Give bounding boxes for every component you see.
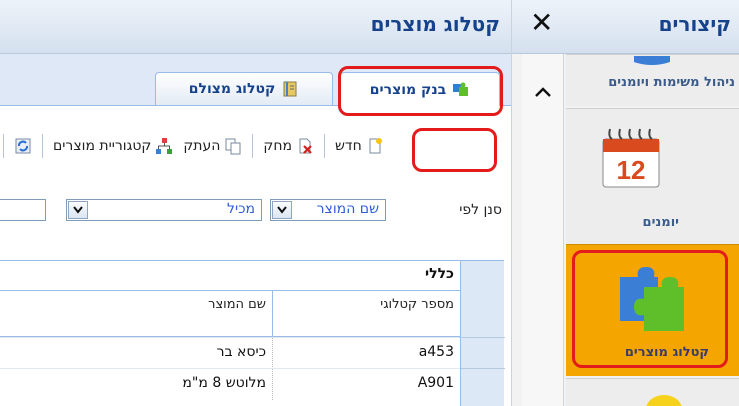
tab-product-bank[interactable]: בנק מוצרים (340, 72, 500, 106)
chevron-down-icon[interactable] (272, 201, 292, 219)
cell-catalog-number: A901 (417, 375, 454, 391)
lightbulb-icon (644, 389, 684, 406)
shortcuts-scrollbar (522, 54, 564, 406)
calendar-icon: 12 (600, 125, 662, 195)
book-icon (281, 80, 299, 98)
chevron-up-icon (534, 83, 552, 102)
filter-bar: סנן לפי שם המוצר מכיל (0, 196, 511, 226)
column-header-label: שם המוצר (208, 297, 266, 312)
cell-catalog-number: a453 (418, 344, 454, 360)
column-divider (272, 369, 273, 400)
row-selector-column (460, 261, 505, 406)
shortcuts-title: קיצורים (658, 12, 731, 36)
shortcut-tasks-and-diaries[interactable]: ניהול משימות ויומנים (566, 54, 739, 106)
filter-field-value: שם המוצר (316, 201, 379, 217)
product-category-label: קטגוריית מוצרים (53, 138, 152, 154)
column-header-label: מספר קטלוגי (380, 297, 454, 312)
page-title: קטלוג מוצרים (370, 12, 500, 36)
toolbar-divider (3, 134, 4, 158)
delete-button[interactable]: מחק (260, 135, 317, 157)
shortcut-partial[interactable] (566, 378, 739, 406)
toolbar-divider (42, 134, 43, 158)
filter-search-input[interactable] (0, 199, 46, 221)
tab-photo-catalog[interactable]: קטלוג מצולם (155, 72, 333, 105)
category-tree-icon (155, 137, 173, 155)
delete-document-icon (296, 137, 314, 155)
shortcut-label: ניהול משימות ויומנים (608, 75, 735, 90)
cell-product-name: כיסא בר (216, 344, 266, 360)
puzzle-icon (452, 81, 470, 99)
filter-field-select[interactable]: שם המוצר (270, 199, 386, 221)
shortcut-label: יומנים (642, 215, 679, 230)
group-header: כללי (0, 261, 460, 291)
refresh-button[interactable] (11, 135, 35, 157)
refresh-icon (14, 137, 32, 155)
copy-button[interactable]: העתק (180, 135, 245, 157)
row-selector[interactable] (461, 368, 505, 399)
toolbar-divider (252, 134, 254, 158)
table-row[interactable]: a453 כיסא בר (0, 337, 460, 369)
shortcut-label: קטלוג מוצרים (624, 345, 709, 360)
row-selector[interactable] (461, 337, 505, 368)
tab-photo-catalog-label: קטלוג מצולם (188, 81, 276, 97)
catalog-panel: קטלוג מוצרים בנק מוצרים קטלוג מצולם חדש (0, 0, 512, 406)
chevron-down-icon[interactable] (68, 201, 88, 219)
filter-operator-select[interactable]: מכיל (66, 199, 262, 221)
shortcuts-panel: ✕ קיצורים ניהול משימות ויומנים 12 יומנים (512, 0, 739, 406)
filter-label: סנן לפי (459, 202, 502, 218)
scroll-up-button[interactable] (528, 82, 558, 102)
toolbar: חדש מחק העתק קטגוריית מוצרים (0, 124, 511, 168)
tab-product-bank-label: בנק מוצרים (369, 81, 447, 98)
table-row[interactable]: A901 מלוטש 8 מ"מ (0, 368, 460, 400)
tasks-icon (632, 53, 672, 72)
delete-button-label: מחק (263, 138, 293, 154)
products-grid: כללי מספר קטלוגי שם המוצר a453 כיסא בר A… (0, 260, 505, 406)
filter-operator-value: מכיל (227, 201, 255, 217)
copy-icon (224, 137, 242, 155)
shortcuts-header: ✕ קיצורים (512, 0, 739, 54)
puzzle-icon (614, 263, 686, 339)
catalog-header: קטלוג מוצרים (0, 0, 511, 54)
close-icon[interactable]: ✕ (530, 6, 553, 39)
toolbar-divider (324, 134, 326, 158)
column-header-product-name[interactable]: שם המוצר (0, 291, 272, 337)
column-divider (272, 338, 273, 369)
calendar-day: 12 (617, 155, 646, 185)
column-header-catalog-number[interactable]: מספר קטלוגי (272, 291, 460, 337)
cell-product-name: מלוטש 8 מ"מ (182, 375, 266, 391)
tab-strip: בנק מוצרים קטלוג מצולם (0, 54, 511, 106)
shortcut-product-catalog[interactable]: קטלוג מוצרים (566, 244, 739, 376)
new-document-icon (366, 137, 384, 155)
new-button[interactable]: חדש (332, 135, 387, 157)
product-category-button[interactable]: קטגוריית מוצרים (50, 135, 176, 157)
group-label: כללי (425, 266, 454, 282)
copy-button-label: העתק (183, 138, 221, 154)
shortcut-diaries[interactable]: 12 יומנים (566, 108, 739, 244)
new-button-label: חדש (335, 138, 362, 154)
